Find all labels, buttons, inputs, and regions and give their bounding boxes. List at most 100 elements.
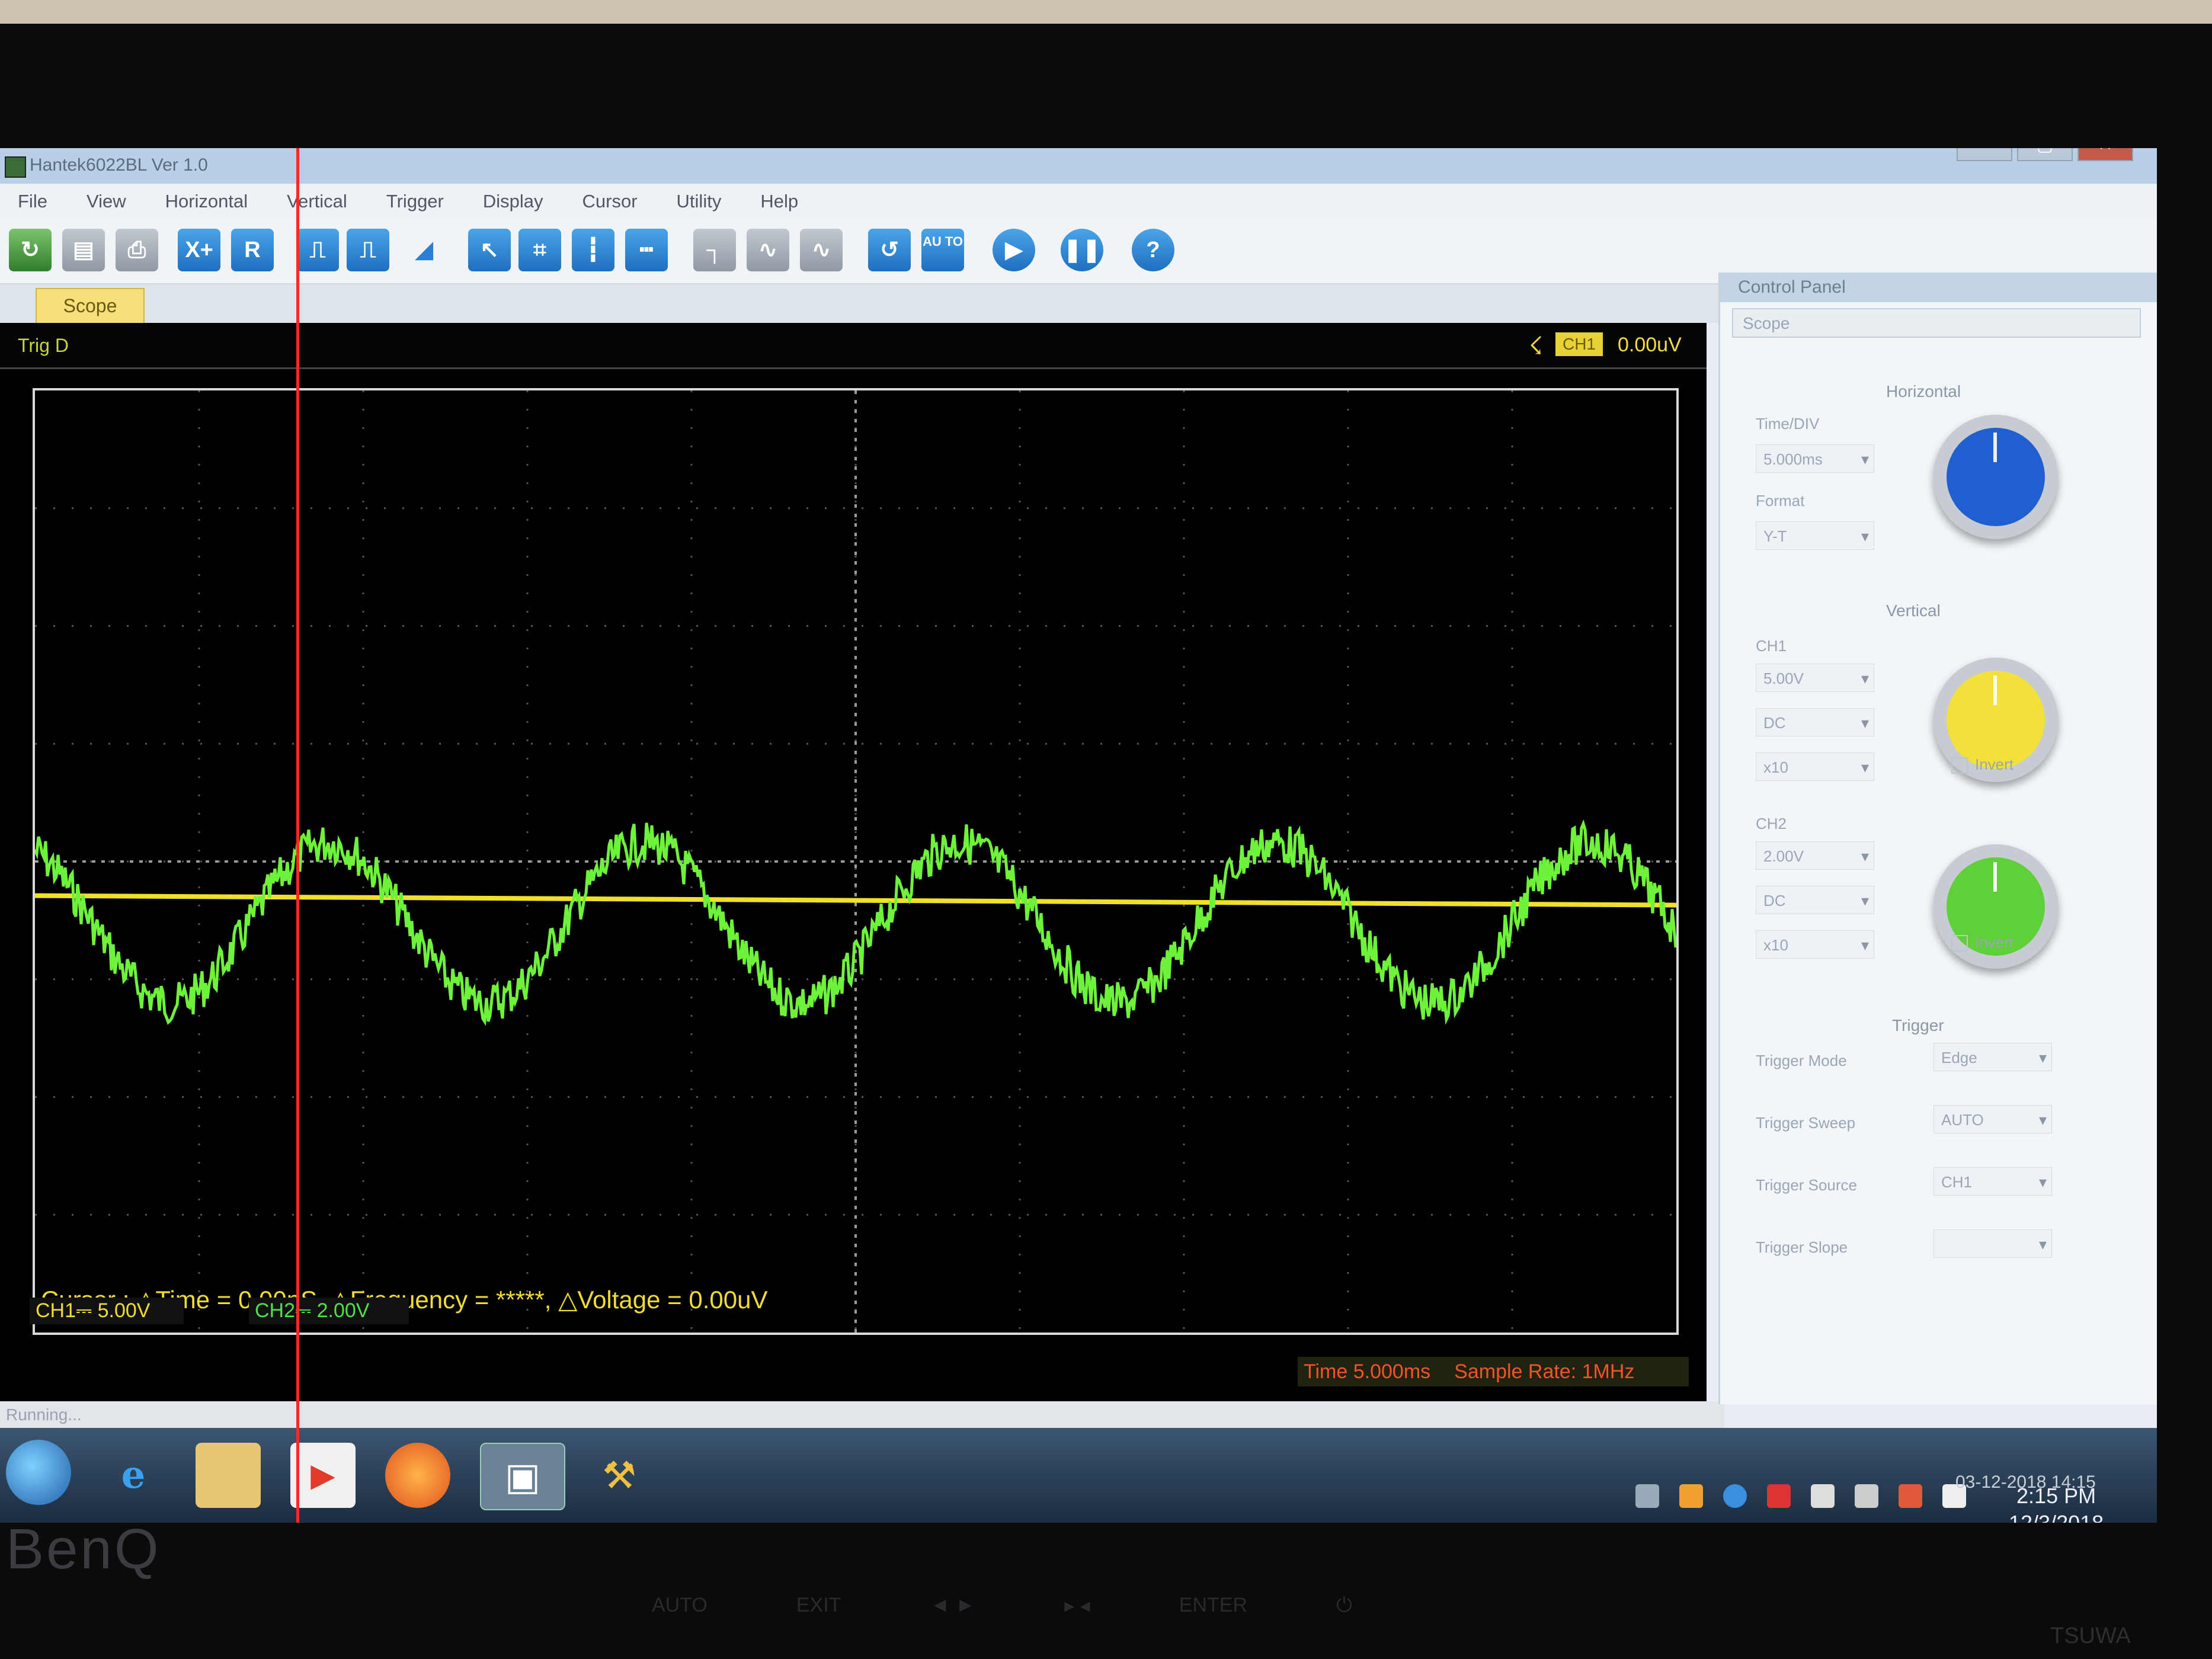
monitor-button-left[interactable]: ◄ ► bbox=[930, 1594, 975, 1618]
pulse-ch1-icon[interactable]: ⎍ bbox=[296, 229, 339, 271]
ch2-knob-indicator bbox=[1993, 862, 1997, 892]
tools-icon[interactable]: ⚒ bbox=[587, 1443, 652, 1508]
pulse-ch2-icon[interactable]: ⎍ bbox=[347, 229, 389, 271]
cursor-select-icon[interactable]: ↖ bbox=[468, 229, 511, 271]
ramp-icon[interactable]: ◢ bbox=[403, 229, 446, 271]
trigger-status: Trig D bbox=[18, 335, 69, 356]
help-icon[interactable]: ? bbox=[1132, 229, 1174, 271]
menu-cursor[interactable]: Cursor bbox=[565, 184, 659, 218]
ch1-coupling-select[interactable]: DC bbox=[1756, 708, 1874, 737]
maximize-button[interactable]: ▢ bbox=[2017, 148, 2073, 161]
window-title: Hantek6022BL Ver 1.0 bbox=[30, 155, 208, 175]
refresh-icon[interactable]: ↺ bbox=[868, 229, 911, 271]
menu-display[interactable]: Display bbox=[465, 184, 565, 218]
monitor-button-right[interactable]: ▸ ◂ bbox=[1064, 1594, 1090, 1618]
trigger-mode-select[interactable]: Edge bbox=[1934, 1043, 2052, 1072]
ch2-probe-select[interactable]: x10 bbox=[1756, 930, 1874, 959]
sample-rate-readout: Sample Rate: 1MHz bbox=[1454, 1360, 1635, 1383]
file-explorer-icon[interactable] bbox=[196, 1443, 261, 1508]
menu-trigger[interactable]: Trigger bbox=[369, 184, 465, 218]
tray-flag-icon[interactable] bbox=[1767, 1484, 1791, 1508]
control-panel-selector[interactable]: Scope bbox=[1732, 308, 2141, 338]
menu-view[interactable]: View bbox=[69, 184, 148, 218]
menu-help[interactable]: Help bbox=[742, 184, 820, 218]
tray-alert-icon[interactable] bbox=[1899, 1484, 1922, 1508]
tray-display-icon[interactable] bbox=[1855, 1484, 1878, 1508]
stand-brand: TSUWA bbox=[2050, 1623, 2131, 1648]
background-wall bbox=[0, 0, 2212, 24]
trigger-slope-label: Trigger Slope bbox=[1756, 1238, 1848, 1256]
xy-icon[interactable]: X+ bbox=[178, 229, 220, 271]
time-div-select[interactable]: 5.000ms bbox=[1756, 444, 1874, 473]
volume-icon[interactable] bbox=[1811, 1484, 1835, 1508]
menu-horizontal[interactable]: Horizontal bbox=[148, 184, 270, 218]
monitor-button-power[interactable]: ⏻ bbox=[1336, 1594, 1352, 1618]
trigger-source-select[interactable]: CH1 bbox=[1934, 1167, 2052, 1196]
trigger-level: 0.00uV bbox=[1618, 334, 1682, 356]
noise-wave-icon[interactable]: ∿ bbox=[747, 229, 789, 271]
menu-file[interactable]: File bbox=[0, 184, 69, 218]
ch1-checkbox[interactable]: CH1 bbox=[1756, 637, 1787, 655]
horizontal-section: Horizontal bbox=[1886, 382, 1961, 401]
time-div-label: Time/DIV bbox=[1756, 415, 1820, 433]
save-icon[interactable]: ▤ bbox=[62, 229, 105, 271]
cursor-line[interactable] bbox=[296, 148, 299, 1523]
trigger-mode-label: Trigger Mode bbox=[1756, 1052, 1847, 1069]
pause-icon[interactable]: ❚❚ bbox=[1061, 229, 1103, 271]
ch1-invert-checkbox[interactable]: Invert bbox=[1951, 755, 2013, 774]
grid-icon[interactable]: ⌗ bbox=[518, 229, 561, 271]
vertical-cursor-icon[interactable]: ┇ bbox=[572, 229, 614, 271]
open-icon[interactable]: ↻ bbox=[9, 229, 52, 271]
auto-icon[interactable]: AU TO bbox=[921, 229, 964, 271]
play-icon[interactable]: ▶ bbox=[993, 229, 1035, 271]
horizontal-knob[interactable] bbox=[1934, 415, 2058, 539]
window-controls: – ▢ ✕ bbox=[1957, 148, 2133, 161]
step-wave-icon[interactable]: ┐ bbox=[693, 229, 736, 271]
taskbar: e ▶ ▣ ⚒ 2:15 PM 12/3/2018 bbox=[0, 1428, 2157, 1523]
ch2-coupling-select[interactable]: DC bbox=[1756, 886, 1874, 915]
close-button[interactable]: ✕ bbox=[2077, 148, 2133, 161]
clock-date: 12/3/2018 bbox=[2009, 1510, 2104, 1523]
scope-display: Trig D ☇ CH1 0.00uV Cursor : △Time = 0.0… bbox=[0, 323, 1707, 1401]
control-panel-title: Control Panel bbox=[1720, 273, 2157, 302]
ch1-volt-select[interactable]: 5.00V bbox=[1756, 664, 1874, 693]
oscilloscope-app-icon[interactable]: ▣ bbox=[480, 1443, 565, 1510]
ch2-volt-select[interactable]: 2.00V bbox=[1756, 841, 1874, 870]
trigger-sweep-select[interactable]: AUTO bbox=[1934, 1105, 2052, 1134]
time-info: Time 5.000ms Sample Rate: 1MHz bbox=[1298, 1357, 1689, 1386]
horizontal-knob-indicator bbox=[1993, 433, 1997, 462]
minimize-button[interactable]: – bbox=[1957, 148, 2012, 161]
trigger-channel: CH1 bbox=[1555, 332, 1603, 356]
trigger-section: Trigger bbox=[1892, 1016, 1944, 1035]
monitor-button-enter[interactable]: ENTER bbox=[1179, 1594, 1247, 1618]
trigger-edge-icon: ☇ bbox=[1529, 332, 1544, 360]
ch2-invert-checkbox[interactable]: Invert bbox=[1951, 933, 2013, 952]
ch1-scale: CH1⎓ 5.00V bbox=[30, 1298, 184, 1324]
monitor-buttons: AUTO EXIT ◄ ► ▸ ◂ ENTER ⏻ bbox=[652, 1594, 1422, 1618]
format-select[interactable]: Y-T bbox=[1756, 521, 1874, 550]
horizontal-cursor-icon[interactable]: ┅ bbox=[625, 229, 668, 271]
tray-globe-icon[interactable] bbox=[1723, 1484, 1747, 1508]
ch1-probe-select[interactable]: x10 bbox=[1756, 752, 1874, 782]
tray-network-icon[interactable] bbox=[1635, 1484, 1659, 1508]
monitor-button-auto[interactable]: AUTO bbox=[652, 1594, 708, 1618]
tray-app-icon[interactable] bbox=[1679, 1484, 1703, 1508]
title-bar: Hantek6022BL Ver 1.0 bbox=[0, 148, 2157, 184]
internet-explorer-icon[interactable]: e bbox=[101, 1443, 166, 1508]
waveform-svg bbox=[35, 390, 1676, 1333]
waveform-plot[interactable]: Cursor : △Time = 0.00nS, △Frequency = **… bbox=[33, 388, 1679, 1335]
menu-vertical[interactable]: Vertical bbox=[269, 184, 369, 218]
start-button[interactable] bbox=[6, 1440, 71, 1505]
monitor-button-exit[interactable]: EXIT bbox=[796, 1594, 841, 1618]
system-tray bbox=[1635, 1484, 1966, 1508]
print-icon[interactable]: ⎙ bbox=[116, 229, 158, 271]
trigger-slope-select[interactable] bbox=[1934, 1229, 2052, 1258]
tab-scope[interactable]: Scope bbox=[36, 288, 145, 325]
vertical-section: Vertical bbox=[1886, 601, 1941, 620]
reference-icon[interactable]: R bbox=[231, 229, 274, 271]
menu-utility[interactable]: Utility bbox=[659, 184, 743, 218]
firefox-icon[interactable] bbox=[385, 1443, 450, 1508]
media-player-icon[interactable]: ▶ bbox=[290, 1443, 356, 1508]
sine-wave-icon[interactable]: ∿ bbox=[800, 229, 843, 271]
ch2-checkbox[interactable]: CH2 bbox=[1756, 815, 1787, 833]
